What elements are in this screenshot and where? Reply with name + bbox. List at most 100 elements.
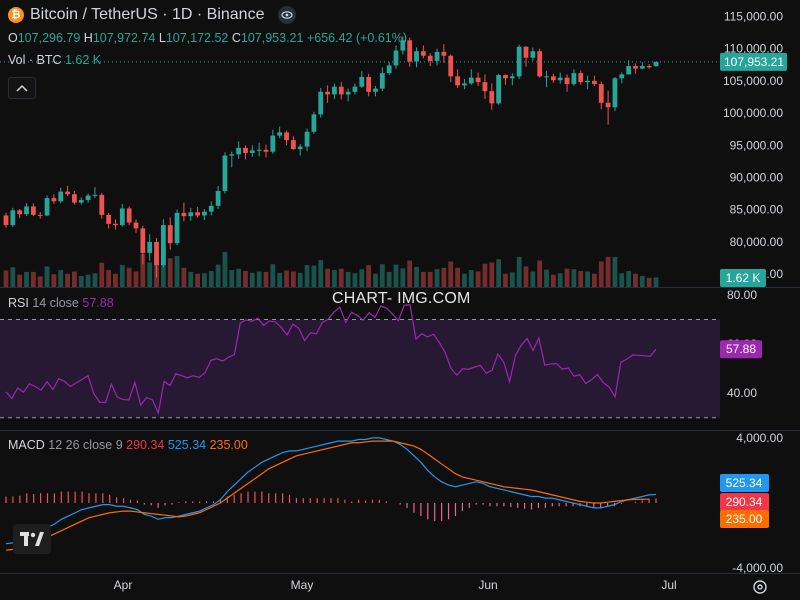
volume-bar bbox=[366, 265, 372, 287]
volume-bar bbox=[290, 271, 296, 287]
volume-bar bbox=[516, 256, 522, 287]
rsi-band bbox=[0, 319, 720, 418]
candle-body bbox=[653, 61, 659, 67]
candle-body bbox=[373, 88, 378, 92]
candle-body bbox=[352, 86, 358, 92]
gear-icon[interactable] bbox=[751, 578, 769, 596]
volume-bar bbox=[24, 271, 29, 287]
macd-line bbox=[5, 437, 657, 545]
macd-value: 290.34 bbox=[126, 438, 165, 452]
candle-body bbox=[496, 75, 502, 104]
candle-body bbox=[17, 210, 23, 215]
candle-body bbox=[147, 241, 153, 253]
volume-bar bbox=[17, 274, 23, 287]
tradingview-logo-icon[interactable] bbox=[13, 524, 51, 554]
bitcoin-icon: ₿ bbox=[8, 7, 24, 23]
volume-bar bbox=[427, 271, 433, 287]
candle-body bbox=[160, 225, 166, 266]
candle-body bbox=[646, 66, 652, 68]
candle-body bbox=[37, 214, 43, 216]
volume-bar bbox=[633, 273, 638, 287]
volume-bar bbox=[544, 269, 549, 287]
chevron-up-icon bbox=[16, 84, 28, 92]
candle-body bbox=[140, 228, 146, 253]
volume-bar bbox=[530, 271, 536, 287]
macd-legend: MACD 12 26 close 9 290.34 525.34 235.00 bbox=[8, 438, 248, 452]
volume-bar bbox=[3, 270, 9, 287]
candle-body bbox=[386, 65, 392, 74]
volume-bar bbox=[51, 274, 57, 287]
volume-bar bbox=[345, 271, 351, 287]
volume-bar bbox=[639, 276, 645, 287]
rsi-value: 57.88 bbox=[82, 296, 114, 310]
candle-body bbox=[557, 77, 563, 81]
candle-body bbox=[51, 198, 57, 202]
candle-body bbox=[427, 55, 433, 61]
candle-body bbox=[475, 77, 481, 83]
candle-body bbox=[133, 222, 139, 229]
candle-body bbox=[113, 223, 118, 226]
volume-label: Vol · BTC bbox=[8, 53, 62, 67]
candle-body bbox=[195, 212, 200, 216]
candle-body bbox=[215, 191, 221, 206]
symbol-title: Bitcoin / TetherUS · 1D · Binance bbox=[30, 6, 265, 23]
candle-body bbox=[393, 50, 399, 66]
histogram-value: 235.00 bbox=[209, 438, 248, 452]
time-tick-label: Jul bbox=[661, 578, 676, 592]
candle-body bbox=[154, 241, 159, 266]
volume-bar bbox=[557, 273, 563, 287]
candle-body bbox=[297, 146, 303, 150]
volume-bar bbox=[215, 264, 221, 287]
volume-bar bbox=[441, 267, 447, 287]
candle-body bbox=[99, 194, 105, 215]
volume-bar bbox=[188, 271, 194, 287]
volume-bar bbox=[37, 276, 43, 287]
candle-body bbox=[222, 155, 228, 192]
candle-body bbox=[612, 78, 618, 108]
price-tick-label: 80,000.00 bbox=[730, 235, 784, 249]
candle-body bbox=[318, 91, 324, 115]
macd-params: 12 26 close 9 bbox=[48, 438, 123, 452]
macd-badge-label: 525.34 bbox=[726, 476, 763, 490]
candle-body bbox=[263, 149, 269, 152]
volume-bar bbox=[393, 264, 399, 287]
volume-bar bbox=[386, 271, 392, 287]
candle-body bbox=[441, 51, 447, 56]
volume-bar bbox=[605, 256, 611, 287]
collapse-legend-button[interactable] bbox=[8, 77, 36, 99]
time-tick-label: May bbox=[291, 578, 314, 592]
close-value: 107,953.21 bbox=[240, 31, 304, 45]
candle-body bbox=[106, 214, 112, 224]
candle-body bbox=[311, 114, 317, 132]
macd-badge-label: 290.34 bbox=[726, 495, 763, 509]
candle-body bbox=[126, 208, 132, 223]
candle-body bbox=[420, 51, 426, 56]
volume-bar bbox=[243, 271, 248, 287]
ohlc-readout: O107,296.79 H107,972.74 L107,172.52 C107… bbox=[8, 31, 407, 45]
candle-body bbox=[578, 73, 584, 83]
candle-body bbox=[359, 76, 365, 87]
volume-bar bbox=[85, 274, 91, 287]
time-tick-label: Jun bbox=[478, 578, 497, 592]
watermark: CHART- IMG.COM bbox=[332, 290, 471, 307]
candle-body bbox=[92, 194, 98, 196]
candle-body bbox=[332, 86, 337, 95]
candle-body bbox=[639, 66, 645, 69]
volume-bar bbox=[126, 267, 132, 287]
volume-bar bbox=[133, 271, 139, 287]
volume-bar bbox=[202, 273, 207, 287]
candle-body bbox=[509, 76, 515, 79]
candle-body bbox=[564, 77, 570, 85]
candle-body bbox=[523, 46, 529, 58]
candle-body bbox=[468, 77, 474, 84]
volume-bar bbox=[379, 264, 385, 287]
eye-icon[interactable] bbox=[278, 6, 297, 24]
candle-body bbox=[188, 212, 194, 217]
candle-body bbox=[619, 74, 625, 79]
volume-bar bbox=[496, 259, 502, 287]
volume-bar bbox=[181, 267, 187, 287]
volume-bar bbox=[420, 271, 426, 287]
open-label: O bbox=[8, 31, 18, 45]
volume-bar bbox=[509, 272, 515, 287]
last-price-label: 107,953.21 bbox=[724, 55, 784, 69]
